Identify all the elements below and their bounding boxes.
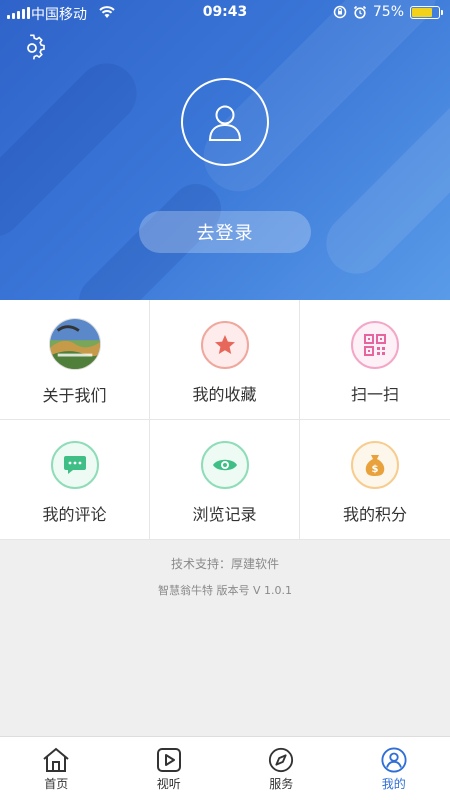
avatar[interactable] [181,78,269,166]
battery-level [412,7,432,17]
play-icon [156,748,181,772]
alarm-icon [353,5,366,19]
orientation-lock-icon [333,5,347,19]
menu-item-scan[interactable]: 扫一扫 [300,300,450,420]
menu-grid: 关于我们 我的收藏 扫一扫 我的评论 浏览记录 $ 我的积分 [0,300,450,540]
status-bar: 中国移动 09:43 75% [0,0,450,26]
tab-label: 我的 [381,777,406,791]
tab-label: 服务 [269,777,294,791]
app-info: 技术支持：厚建软件 智慧翁牛特 版本号 V 1.0.1 [0,555,450,598]
battery-percent: 75% [372,4,404,20]
star-icon [214,335,235,354]
menu-item-favorites[interactable]: 我的收藏 [150,300,300,420]
battery-icon [410,5,443,19]
tech-support-text: 技术支持：厚建软件 [170,557,279,571]
tab-media[interactable]: 视听 [113,737,226,800]
settings-gear-icon[interactable] [18,34,46,62]
about-logo [48,318,101,370]
home-icon [43,747,69,772]
version-text: 智慧翁牛特 版本号 V 1.0.1 [157,584,292,597]
login-button[interactable]: 去登录 [139,211,311,253]
tab-services[interactable]: 服务 [225,737,338,800]
menu-item-comments[interactable]: 我的评论 [0,420,150,540]
menu-item-history[interactable]: 浏览记录 [150,420,300,540]
menu-item-label: 我的收藏 [192,385,257,404]
tab-home[interactable]: 首页 [0,737,113,800]
tab-label: 视听 [156,777,181,791]
user-icon [208,105,242,141]
menu-item-label: 关于我们 [42,386,107,405]
tab-mine[interactable]: 我的 [338,737,450,800]
menu-item-points[interactable]: $ 我的积分 [300,420,450,540]
tab-label: 首页 [44,777,69,791]
profile-header: 中国移动 09:43 75% 去登录 [0,0,450,300]
menu-item-label: 浏览记录 [192,505,257,524]
menu-item-about-us[interactable]: 关于我们 [0,300,150,420]
header-decoration [0,51,149,249]
menu-item-label: 扫一扫 [350,385,399,404]
compass-icon [269,747,294,773]
svg-text:$: $ [372,464,379,475]
money-bag-icon: $ [365,455,385,476]
qr-code-icon [364,334,386,356]
eye-icon [212,459,237,471]
menu-item-label: 我的积分 [342,505,407,524]
menu-item-label: 我的评论 [42,505,107,524]
comment-icon [63,456,86,474]
bottom-tab-bar: 首页 视听 服务 我的 [0,736,450,800]
profile-icon [381,747,407,773]
